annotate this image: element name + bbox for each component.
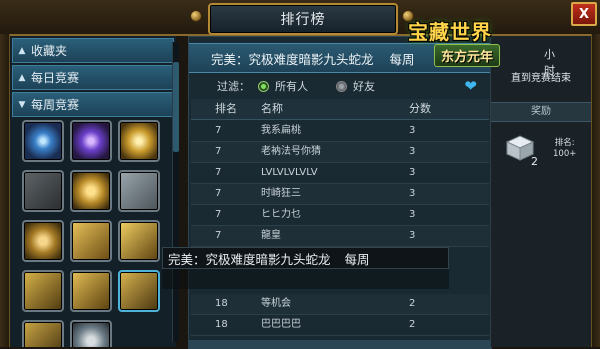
sidebar-item-weekly[interactable]: ▼ 每周竞赛 [12,92,174,117]
sidebar-item-label: 每日竞赛 [31,71,80,85]
table-row[interactable]: 18 巴巴巴巴 2 [191,315,489,336]
gold-wings-icon[interactable] [118,120,160,162]
row-score: 2 [409,298,416,309]
frame-left [0,34,10,347]
row-score: 3 [409,188,416,199]
leaderboard-panel: 完美：究极难度暗影九头蛇龙 每周 过滤： 所有人 好友 ❤ 排名 名称 分数 7… [188,36,492,349]
tooltip-event-period: 每周 [344,251,370,267]
filter-option-friends[interactable]: 好友 [353,78,375,94]
table-row[interactable]: 18 等机会 2 [191,294,489,315]
gold-creature-icon[interactable] [118,270,160,312]
reward-rank: 排名: 100+ [553,138,576,160]
row-name: 时崎狂三 [261,188,301,199]
radio-friends-icon[interactable] [336,80,347,92]
blue-orb-icon[interactable] [22,120,64,162]
close-button[interactable]: X [571,2,597,26]
row-rank: 7 [215,230,222,241]
table-row[interactable]: 7 老衲法号你猜 3 [191,142,489,163]
gold-fist-icon[interactable] [22,220,64,262]
row-score: 3 [409,230,416,241]
row-rank: 18 [215,298,228,309]
row-rank: 7 [215,188,222,199]
row-name: 巴巴巴巴 [261,319,301,330]
row-score: 3 [409,146,416,157]
row-score: 3 [409,209,416,220]
row-rank: 7 [215,209,222,220]
sidebar: ▲ 收藏夹 ▲ 每日竞赛 ▼ 每周竞赛 [10,36,176,347]
filter-row: 过滤： 所有人 好友 ❤ [189,75,491,97]
triangle-up-icon: ▲ [18,72,26,83]
sidebar-item-label: 每周竞赛 [31,98,80,112]
gold-robot-icon[interactable] [70,270,112,312]
reward-header: 奖励 [491,102,591,122]
reward-rank-value: 100+ [553,149,577,159]
heart-icon[interactable]: ❤ [464,77,477,95]
table-row[interactable]: 7 我系扁桃 3 [191,121,489,142]
row-name: 等机会 [261,298,291,309]
tooltip-event-name: 完美：究极难度暗影九头蛇龙 [168,251,331,267]
row-name: LVLVLVLVLV [261,167,318,178]
column-header-score: 分数 [409,102,431,115]
purple-crest-icon[interactable] [70,120,112,162]
row-name: 我系扁桃 [261,125,301,136]
table-row[interactable]: 7 LVLVLVLVLV 3 [191,163,489,184]
row-score: 2 [409,319,416,330]
table-row[interactable]: 7 龍皇 3 [191,226,489,247]
row-score: 3 [409,167,416,178]
tooltip-shadow [162,269,449,289]
xp-badge-icon[interactable] [70,170,112,212]
countdown-hours-label: 小时 [544,48,555,77]
reward-panel: 直到竞赛结束 奖励 2 排名: 100+ [490,36,591,347]
filter-option-all[interactable]: 所有人 [275,78,308,94]
row-rank: 7 [215,146,222,157]
gold-tank-icon[interactable] [22,270,64,312]
row-name: 龍皇 [261,230,281,241]
window-title: 排行榜 [208,3,398,35]
gray-pistol-icon[interactable] [22,170,64,212]
event-tooltip: 完美：究极难度暗影九头蛇龙 每周 [162,247,449,269]
reward-count: 2 [531,155,538,168]
gold-chest-icon[interactable] [118,220,160,262]
row-rank: 7 [215,167,222,178]
game-logo: 宝藏世界 东方元年 小时 [404,16,564,77]
row-rank: 7 [215,125,222,136]
logo-subtitle: 东方元年 [434,44,501,67]
table-row[interactable]: 7 时崎狂三 3 [191,184,489,205]
frame-right [591,34,600,347]
sidebar-item-favorites[interactable]: ▲ 收藏夹 [12,38,174,63]
triangle-down-icon: ▼ [18,99,26,110]
radio-all-icon[interactable] [258,80,269,92]
row-rank: 18 [215,319,228,330]
logo-title: 宝藏世界 [408,20,492,44]
gold-truck-icon[interactable] [70,220,112,262]
sidebar-item-daily[interactable]: ▲ 每日竞赛 [12,65,174,90]
row-name: ヒヒ力乜 [261,209,301,220]
table-row[interactable]: 7 ヒヒ力乜 3 [191,205,489,226]
event-name: 完美：究极难度暗影九头蛇龙 [211,51,374,67]
sidebar-item-label: 收藏夹 [31,44,68,58]
rivet-icon [190,10,202,22]
window-title-text: 排行榜 [280,12,326,28]
triangle-up-icon: ▲ [18,45,26,56]
table-header: 排名 名称 分数 [191,99,489,120]
scrollbar-thumb[interactable] [173,62,179,152]
xp-wings-icon[interactable] [70,320,112,347]
column-header-name: 名称 [261,102,283,115]
column-header-rank: 排名 [215,102,237,115]
filter-label: 过滤： [217,80,250,93]
silver-castle-icon[interactable] [118,170,160,212]
row-name: 老衲法号你猜 [261,146,321,157]
sidebar-scrollbar[interactable] [172,42,179,342]
row-score: 3 [409,125,416,136]
close-icon: X [578,6,590,22]
reward-rank-label: 排名: [554,138,575,148]
gold-swirl-icon[interactable] [22,320,64,347]
